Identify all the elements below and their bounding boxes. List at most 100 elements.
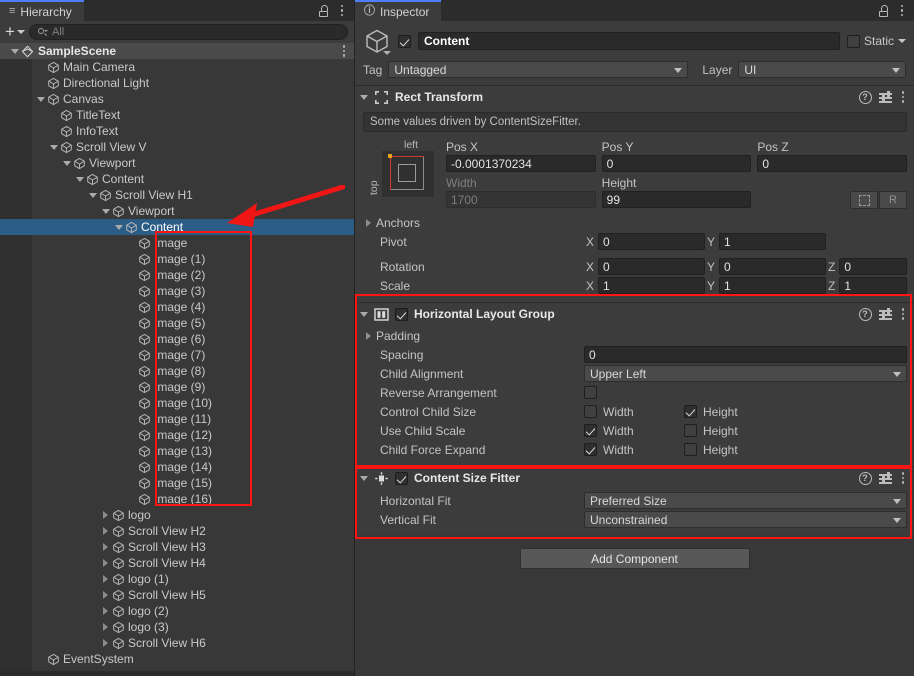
- content-size-fitter-header[interactable]: Content Size Fitter ?: [355, 467, 914, 489]
- use-child-scale-height-checkbox[interactable]: [684, 424, 697, 437]
- hierarchy-row-scroll-view-h1[interactable]: Scroll View H1: [0, 187, 354, 203]
- pos-y-input[interactable]: 0: [602, 155, 752, 172]
- twisty-toggle[interactable]: [99, 607, 112, 615]
- hierarchy-row-scroll-view-h2[interactable]: Scroll View H2: [0, 523, 354, 539]
- gameobject-name-input[interactable]: Content: [418, 32, 840, 50]
- hierarchy-row-scroll-view-h3[interactable]: Scroll View H3: [0, 539, 354, 555]
- twisty-toggle[interactable]: [99, 623, 112, 631]
- child-force-expand-height-checkbox[interactable]: [684, 443, 697, 456]
- twisty-toggle[interactable]: [99, 639, 112, 647]
- kebab-menu-icon[interactable]: [899, 470, 908, 486]
- rotation-y-input[interactable]: 0: [719, 258, 826, 275]
- rotation-x-input[interactable]: 0: [598, 258, 705, 275]
- preset-icon[interactable]: [879, 308, 892, 320]
- blueprint-mode-button[interactable]: [850, 191, 878, 209]
- pos-x-input[interactable]: -0.0001370234: [446, 155, 596, 172]
- hierarchy-row-eventsystem[interactable]: EventSystem: [0, 651, 354, 667]
- twisty-toggle[interactable]: [99, 209, 112, 214]
- spacing-input[interactable]: 0: [584, 346, 907, 363]
- hierarchy-row-image-15[interactable]: Image (15): [0, 475, 354, 491]
- control-child-size-width-checkbox[interactable]: [584, 405, 597, 418]
- add-component-button[interactable]: Add Component: [520, 548, 750, 569]
- twisty-toggle[interactable]: [112, 225, 125, 230]
- preset-icon[interactable]: [879, 91, 892, 103]
- tab-inspector[interactable]: ⓘ Inspector: [355, 0, 441, 21]
- static-checkbox[interactable]: [847, 35, 860, 48]
- hierarchy-tree[interactable]: SampleSceneMain CameraDirectional LightC…: [0, 43, 354, 671]
- expand-triangle-icon[interactable]: [360, 476, 368, 481]
- hierarchy-row-directional-light[interactable]: Directional Light: [0, 75, 354, 91]
- hierarchy-row-scroll-view-h5[interactable]: Scroll View H5: [0, 587, 354, 603]
- child-alignment-dropdown[interactable]: Upper Left: [584, 365, 907, 382]
- tab-hierarchy[interactable]: ≡ Hierarchy: [0, 0, 84, 21]
- hierarchy-row-image-1[interactable]: Image (1): [0, 251, 354, 267]
- layer-dropdown[interactable]: UI: [738, 61, 906, 78]
- kebab-menu-icon[interactable]: [340, 43, 349, 59]
- anchor-preview-box[interactable]: [382, 151, 434, 197]
- twisty-toggle[interactable]: [99, 559, 112, 567]
- hierarchy-row-image-14[interactable]: Image (14): [0, 459, 354, 475]
- twisty-toggle[interactable]: [99, 591, 112, 599]
- hierarchy-row-image[interactable]: Image: [0, 235, 354, 251]
- horizontal-fit-dropdown[interactable]: Preferred Size: [584, 492, 907, 509]
- scale-y-input[interactable]: 1: [719, 277, 826, 294]
- help-icon[interactable]: ?: [859, 472, 872, 485]
- raw-edit-mode-button[interactable]: R: [879, 191, 907, 209]
- hierarchy-row-image-16[interactable]: Image (16): [0, 491, 354, 507]
- expand-triangle-icon[interactable]: [360, 312, 368, 317]
- twisty-toggle[interactable]: [47, 145, 60, 150]
- hierarchy-row-image-8[interactable]: Image (8): [0, 363, 354, 379]
- control-child-size-height-checkbox[interactable]: [684, 405, 697, 418]
- hierarchy-row-main-camera[interactable]: Main Camera: [0, 59, 354, 75]
- hierarchy-row-infotext[interactable]: InfoText: [0, 123, 354, 139]
- hierarchy-row-viewport[interactable]: Viewport: [0, 203, 354, 219]
- child-force-expand-width-checkbox[interactable]: [584, 443, 597, 456]
- twisty-toggle[interactable]: [99, 543, 112, 551]
- scale-x-input[interactable]: 1: [598, 277, 705, 294]
- gameobject-enabled-checkbox[interactable]: [398, 35, 411, 48]
- horizontal-layout-group-header[interactable]: Horizontal Layout Group ?: [355, 303, 914, 325]
- kebab-menu-icon[interactable]: [899, 89, 908, 105]
- twisty-toggle[interactable]: [99, 575, 112, 583]
- hierarchy-row-image-5[interactable]: Image (5): [0, 315, 354, 331]
- rotation-z-input[interactable]: 0: [839, 258, 907, 275]
- use-child-scale-width-checkbox[interactable]: [584, 424, 597, 437]
- static-dropdown-icon[interactable]: [898, 39, 906, 43]
- kebab-menu-icon[interactable]: [898, 3, 907, 19]
- add-gameobject-button[interactable]: +: [5, 26, 25, 38]
- hierarchy-row-scroll-view-v[interactable]: Scroll View V: [0, 139, 354, 155]
- twisty-toggle[interactable]: [73, 177, 86, 182]
- hierarchy-row-image-9[interactable]: Image (9): [0, 379, 354, 395]
- expand-triangle-icon[interactable]: [366, 219, 371, 227]
- scale-z-input[interactable]: 1: [839, 277, 907, 294]
- expand-triangle-icon[interactable]: [360, 95, 368, 100]
- content-size-fitter-enabled-checkbox[interactable]: [395, 472, 408, 485]
- hierarchy-row-canvas[interactable]: Canvas: [0, 91, 354, 107]
- hierarchy-row-image-6[interactable]: Image (6): [0, 331, 354, 347]
- padding-row[interactable]: Padding: [362, 326, 907, 345]
- hierarchy-row-image-2[interactable]: Image (2): [0, 267, 354, 283]
- hierarchy-row-content[interactable]: Content: [0, 171, 354, 187]
- preset-icon[interactable]: [879, 472, 892, 484]
- pivot-x-input[interactable]: 0: [598, 233, 705, 250]
- hierarchy-row-image-3[interactable]: Image (3): [0, 283, 354, 299]
- kebab-menu-icon[interactable]: [338, 3, 347, 19]
- twisty-toggle[interactable]: [86, 193, 99, 198]
- expand-triangle-icon[interactable]: [366, 332, 371, 340]
- hierarchy-row-image-7[interactable]: Image (7): [0, 347, 354, 363]
- hierarchy-row-content[interactable]: Content: [0, 219, 354, 235]
- hierarchy-row-image-13[interactable]: Image (13): [0, 443, 354, 459]
- search-input[interactable]: All: [29, 24, 348, 40]
- rect-transform-header[interactable]: Rect Transform ?: [355, 86, 914, 108]
- twisty-toggle[interactable]: [8, 49, 21, 54]
- hierarchy-row-image-10[interactable]: Image (10): [0, 395, 354, 411]
- reverse-arrangement-checkbox[interactable]: [584, 386, 597, 399]
- anchors-row[interactable]: Anchors: [362, 213, 907, 232]
- pos-z-input[interactable]: 0: [757, 155, 907, 172]
- pivot-y-input[interactable]: 1: [719, 233, 826, 250]
- chevron-down-icon[interactable]: [383, 51, 391, 55]
- help-icon[interactable]: ?: [859, 91, 872, 104]
- hierarchy-row-scroll-view-h4[interactable]: Scroll View H4: [0, 555, 354, 571]
- kebab-menu-icon[interactable]: [899, 306, 908, 322]
- hierarchy-row-samplescene[interactable]: SampleScene: [0, 43, 354, 59]
